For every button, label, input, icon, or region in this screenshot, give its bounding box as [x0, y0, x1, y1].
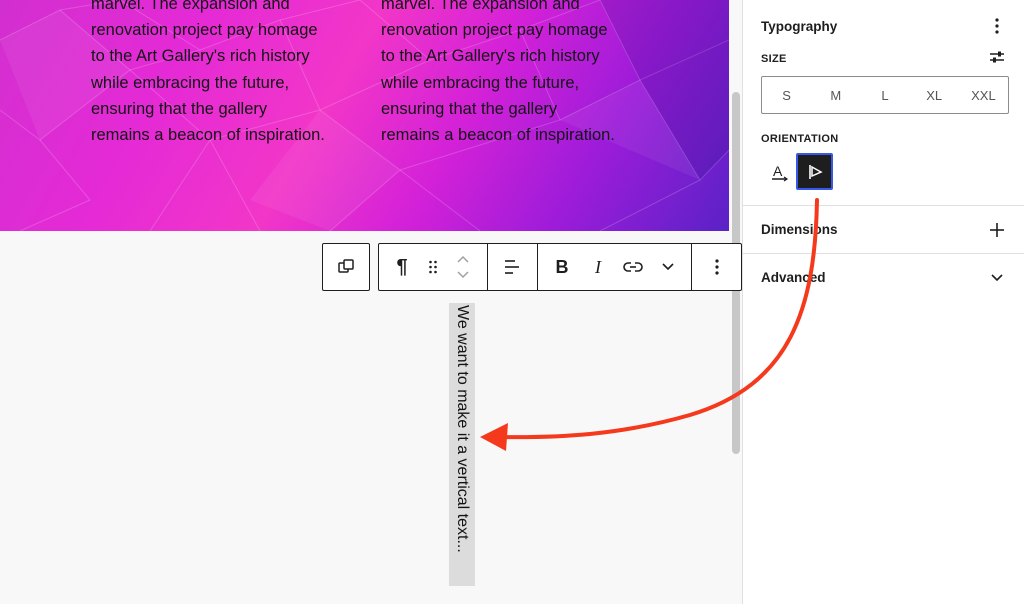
paragraph-line: renovation project pay homage: [91, 21, 318, 40]
block-transform-group: [322, 243, 370, 291]
paragraph-line: while embracing the future,: [91, 73, 290, 92]
block-toolbar: ¶ B I: [378, 243, 742, 291]
paragraph-line: remains a beacon of inspiration.: [381, 126, 615, 145]
paragraph-line: marvel. The expansion and: [381, 0, 580, 13]
toolbar-divider: [537, 244, 538, 290]
size-option-s[interactable]: S: [762, 77, 811, 113]
size-option-xxl[interactable]: XXL: [959, 77, 1008, 113]
text-column-right[interactable]: marvel. The expansion and renovation pro…: [381, 0, 651, 148]
size-label: SIZE: [761, 53, 787, 65]
vertical-text-icon[interactable]: [796, 153, 833, 190]
vertical-text[interactable]: We want to make it a vertical text...: [449, 303, 475, 586]
orientation-label: ORIENTATION: [761, 133, 839, 145]
settings-sidebar: Typography SIZE S M L XL XXL ORIENTATION…: [742, 0, 1024, 604]
paragraph-line: remains a beacon of inspiration.: [91, 126, 325, 145]
text-column-left[interactable]: marvel. The expansion and renovation pro…: [91, 0, 361, 148]
paragraph-block-button[interactable]: ¶: [387, 244, 417, 290]
italic-button[interactable]: I: [583, 244, 613, 290]
align-left-icon[interactable]: [489, 244, 535, 290]
vertical-paragraph-block[interactable]: We want to make it a vertical text...: [449, 303, 475, 586]
plus-icon[interactable]: [987, 220, 1007, 240]
drag-handle-icon[interactable]: [419, 244, 447, 290]
more-vertical-icon[interactable]: [987, 14, 1007, 38]
more-vertical-icon[interactable]: [693, 244, 741, 290]
toolbar-divider: [487, 244, 488, 290]
dimensions-panel-title[interactable]: Dimensions: [761, 222, 838, 237]
paragraph-line: ensuring that the gallery: [381, 99, 558, 118]
paragraph-line: renovation project pay homage: [381, 21, 608, 40]
paragraph-line: to the Art Gallery's rich history: [381, 47, 600, 66]
editor-canvas: marvel. The expansion and renovation pro…: [0, 0, 742, 604]
paragraph-line: ensuring that the gallery: [91, 99, 268, 118]
paragraph-line: marvel. The expansion and: [91, 0, 290, 13]
panel-divider: [743, 253, 1024, 254]
paragraph-line: to the Art Gallery's rich history: [91, 47, 310, 66]
size-option-l[interactable]: L: [860, 77, 909, 113]
chevron-down-icon[interactable]: [653, 244, 683, 290]
panel-divider: [743, 205, 1024, 206]
size-option-xl[interactable]: XL: [910, 77, 959, 113]
horizontal-text-icon[interactable]: A: [765, 155, 797, 189]
chevron-up-down-icon[interactable]: [449, 244, 477, 290]
cover-block[interactable]: marvel. The expansion and renovation pro…: [0, 0, 729, 231]
paragraph-line: while embracing the future,: [381, 73, 580, 92]
advanced-panel-title[interactable]: Advanced: [761, 270, 826, 285]
chevron-down-icon[interactable]: [987, 268, 1007, 288]
typography-panel-title: Typography: [761, 19, 838, 34]
settings-sliders-icon[interactable]: [987, 47, 1007, 67]
size-option-m[interactable]: M: [811, 77, 860, 113]
svg-text:A: A: [773, 163, 783, 179]
toolbar-divider: [691, 244, 692, 290]
bold-button[interactable]: B: [547, 244, 577, 290]
copy-blocks-icon[interactable]: [323, 244, 369, 290]
font-size-picker: S M L XL XXL: [761, 76, 1009, 114]
link-icon[interactable]: [617, 244, 649, 290]
